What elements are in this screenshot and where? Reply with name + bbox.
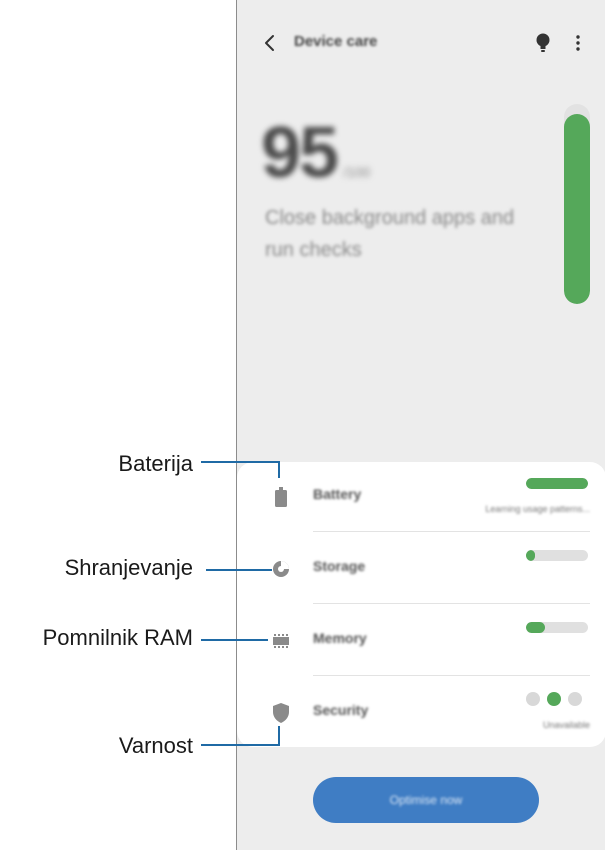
leader-battery — [201, 461, 280, 478]
callout-leader-lines — [201, 461, 280, 746]
leader-security — [201, 726, 280, 746]
